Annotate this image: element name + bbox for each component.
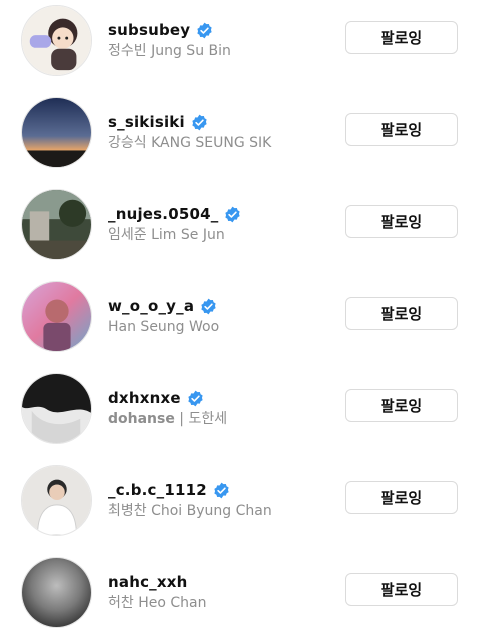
list-item: w_o_o_y_a Han Seung Woo 팔로잉 [0, 276, 480, 368]
garden-photo-avatar [22, 190, 91, 259]
avatar[interactable] [21, 557, 92, 628]
verified-badge-icon [200, 298, 217, 315]
username[interactable]: _nujes.0504_ [108, 205, 218, 223]
verified-badge-icon [213, 482, 230, 499]
black-white-hair-avatar [22, 374, 91, 443]
verified-badge-icon [196, 22, 213, 39]
display-name: 최병찬 Choi Byung Chan [108, 503, 272, 519]
display-name: 허찬 Heo Chan [108, 595, 207, 611]
list-item: _nujes.0504_ 임세준 Lim Se Jun 팔로잉 [0, 184, 480, 276]
display-name: 임세준 Lim Se Jun [108, 227, 225, 243]
avatar[interactable] [21, 373, 92, 444]
username[interactable]: s_sikisiki [108, 113, 185, 131]
following-button[interactable]: 팔로잉 [345, 573, 458, 606]
username[interactable]: w_o_o_y_a [108, 297, 194, 315]
avatar[interactable] [21, 189, 92, 260]
following-button[interactable]: 팔로잉 [345, 113, 458, 146]
verified-badge-icon [191, 114, 208, 131]
colorful-portrait-avatar [22, 282, 91, 351]
verified-badge-icon [224, 206, 241, 223]
following-button[interactable]: 팔로잉 [345, 389, 458, 422]
display-name-rest: | 도한세 [174, 411, 228, 427]
list-item: s_sikisiki 강승식 KANG SEUNG SIK 팔로잉 [0, 92, 480, 184]
following-button[interactable]: 팔로잉 [345, 21, 458, 54]
display-name: dohanse | 도한세 [108, 409, 227, 429]
username[interactable]: nahc_xxh [108, 573, 188, 591]
avatar[interactable] [21, 281, 92, 352]
grey-sphere-avatar [22, 558, 91, 627]
sunset-landscape-avatar [22, 98, 91, 167]
display-name: 정수빈 Jung Su Bin [108, 43, 231, 59]
username[interactable]: _c.b.c_1112 [108, 481, 207, 499]
list-item: _c.b.c_1112 최병찬 Choi Byung Chan 팔로잉 [0, 460, 480, 552]
username[interactable]: subsubey [108, 21, 190, 39]
verified-badge-icon [187, 390, 204, 407]
avatar[interactable] [21, 97, 92, 168]
avatar[interactable] [21, 5, 92, 76]
list-item: dxhxnxe dohanse | 도한세 팔로잉 [0, 368, 480, 460]
following-button[interactable]: 팔로잉 [345, 481, 458, 514]
following-button[interactable]: 팔로잉 [345, 297, 458, 330]
display-name: Han Seung Woo [108, 319, 220, 335]
avatar[interactable] [21, 465, 92, 536]
list-item: nahc_xxh 허찬 Heo Chan 팔로잉 [0, 552, 480, 644]
list-item: subsubey 정수빈 Jung Su Bin 팔로잉 [0, 0, 480, 92]
following-button[interactable]: 팔로잉 [345, 205, 458, 238]
cartoon-character-avatar [22, 6, 91, 75]
display-name-bold: dohanse [108, 411, 175, 427]
display-name: 강승식 KANG SEUNG SIK [108, 135, 272, 151]
man-white-shirt-avatar [22, 466, 91, 535]
username[interactable]: dxhxnxe [108, 389, 181, 407]
